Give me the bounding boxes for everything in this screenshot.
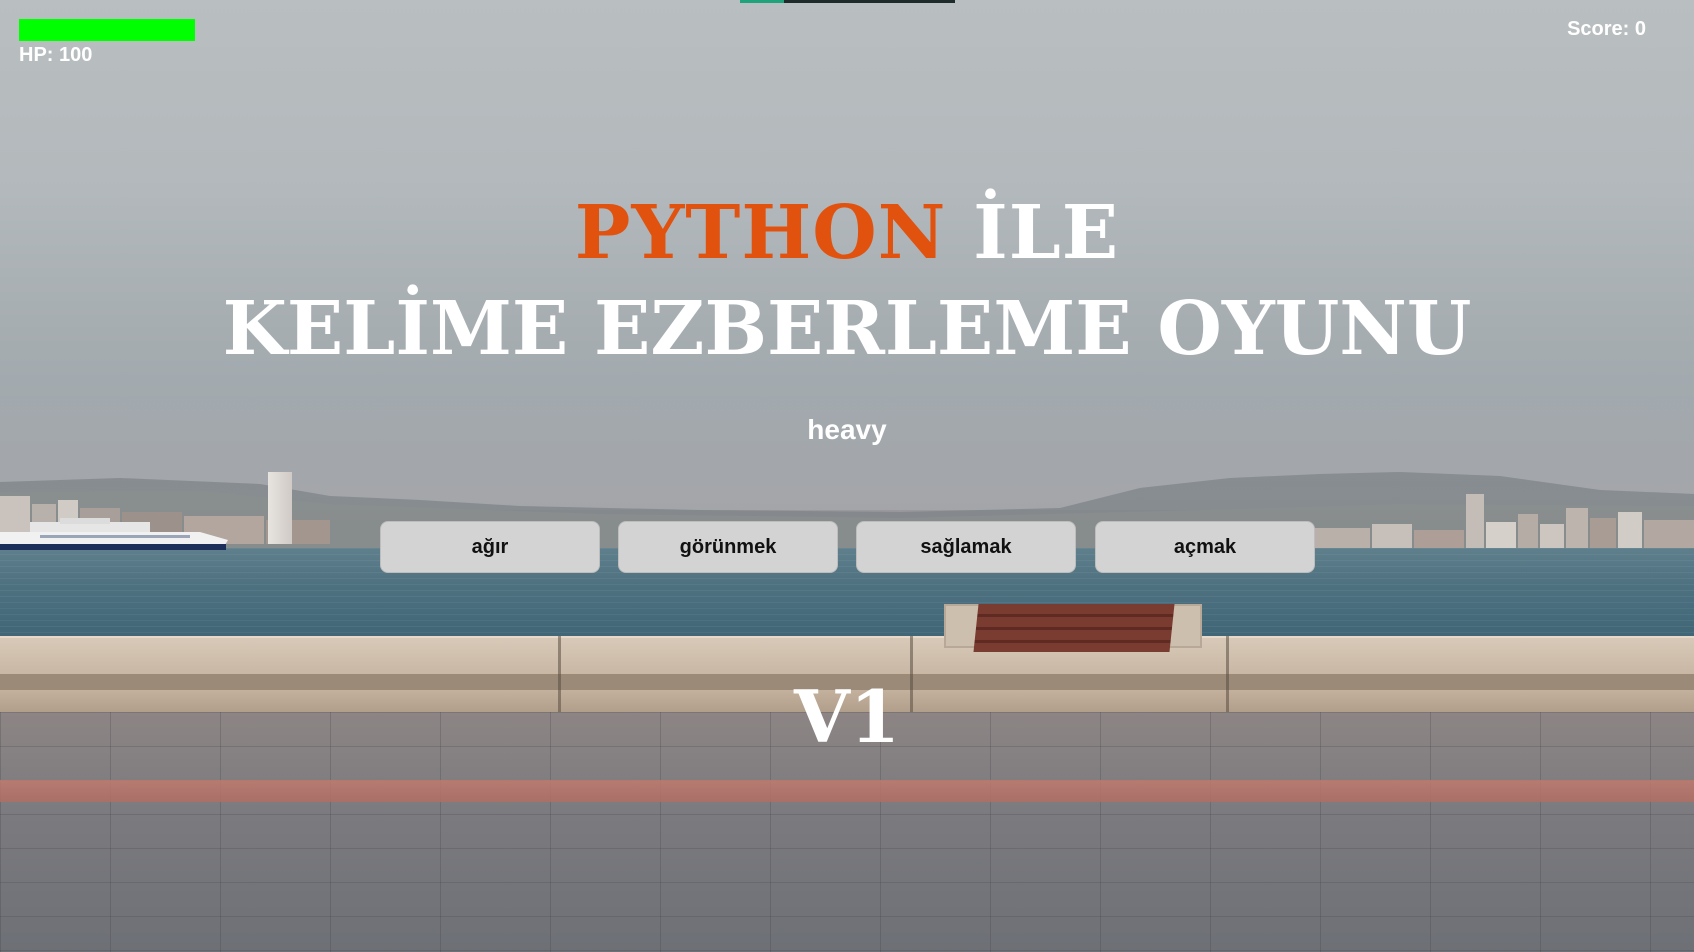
answer-button-1[interactable]: ağır: [380, 521, 600, 573]
hp-label: HP: 100: [19, 44, 93, 66]
title-line-1-rest: İLE: [973, 190, 1120, 276]
title-line-2: KELİME EZBERLEME OYUNU: [222, 286, 1472, 372]
pavement-stripe: [0, 780, 1694, 802]
answer-button-2[interactable]: görünmek: [618, 521, 838, 573]
version-label: V1: [794, 674, 900, 759]
top-accent-highlight: [740, 0, 784, 3]
title-line-1: PYTHON İLE: [0, 188, 1694, 278]
title-highlight: PYTHON: [574, 190, 947, 276]
bench-seat: [973, 604, 1175, 652]
seawall-top: [0, 636, 1694, 676]
question-word: heavy: [807, 414, 887, 445]
answer-options: ağır görünmek sağlamak açmak: [380, 521, 1316, 575]
answer-button-3[interactable]: sağlamak: [856, 521, 1076, 573]
score-label: Score: 0: [1567, 18, 1646, 40]
hp-bar: [19, 19, 195, 41]
answer-button-4[interactable]: açmak: [1095, 521, 1315, 573]
ferry-ship: [0, 518, 228, 550]
tower: [268, 472, 292, 544]
city-right: [1310, 494, 1694, 552]
game-screen: HP: 100 Score: 0 PYTHON İLE KELİME EZBER…: [0, 0, 1694, 952]
